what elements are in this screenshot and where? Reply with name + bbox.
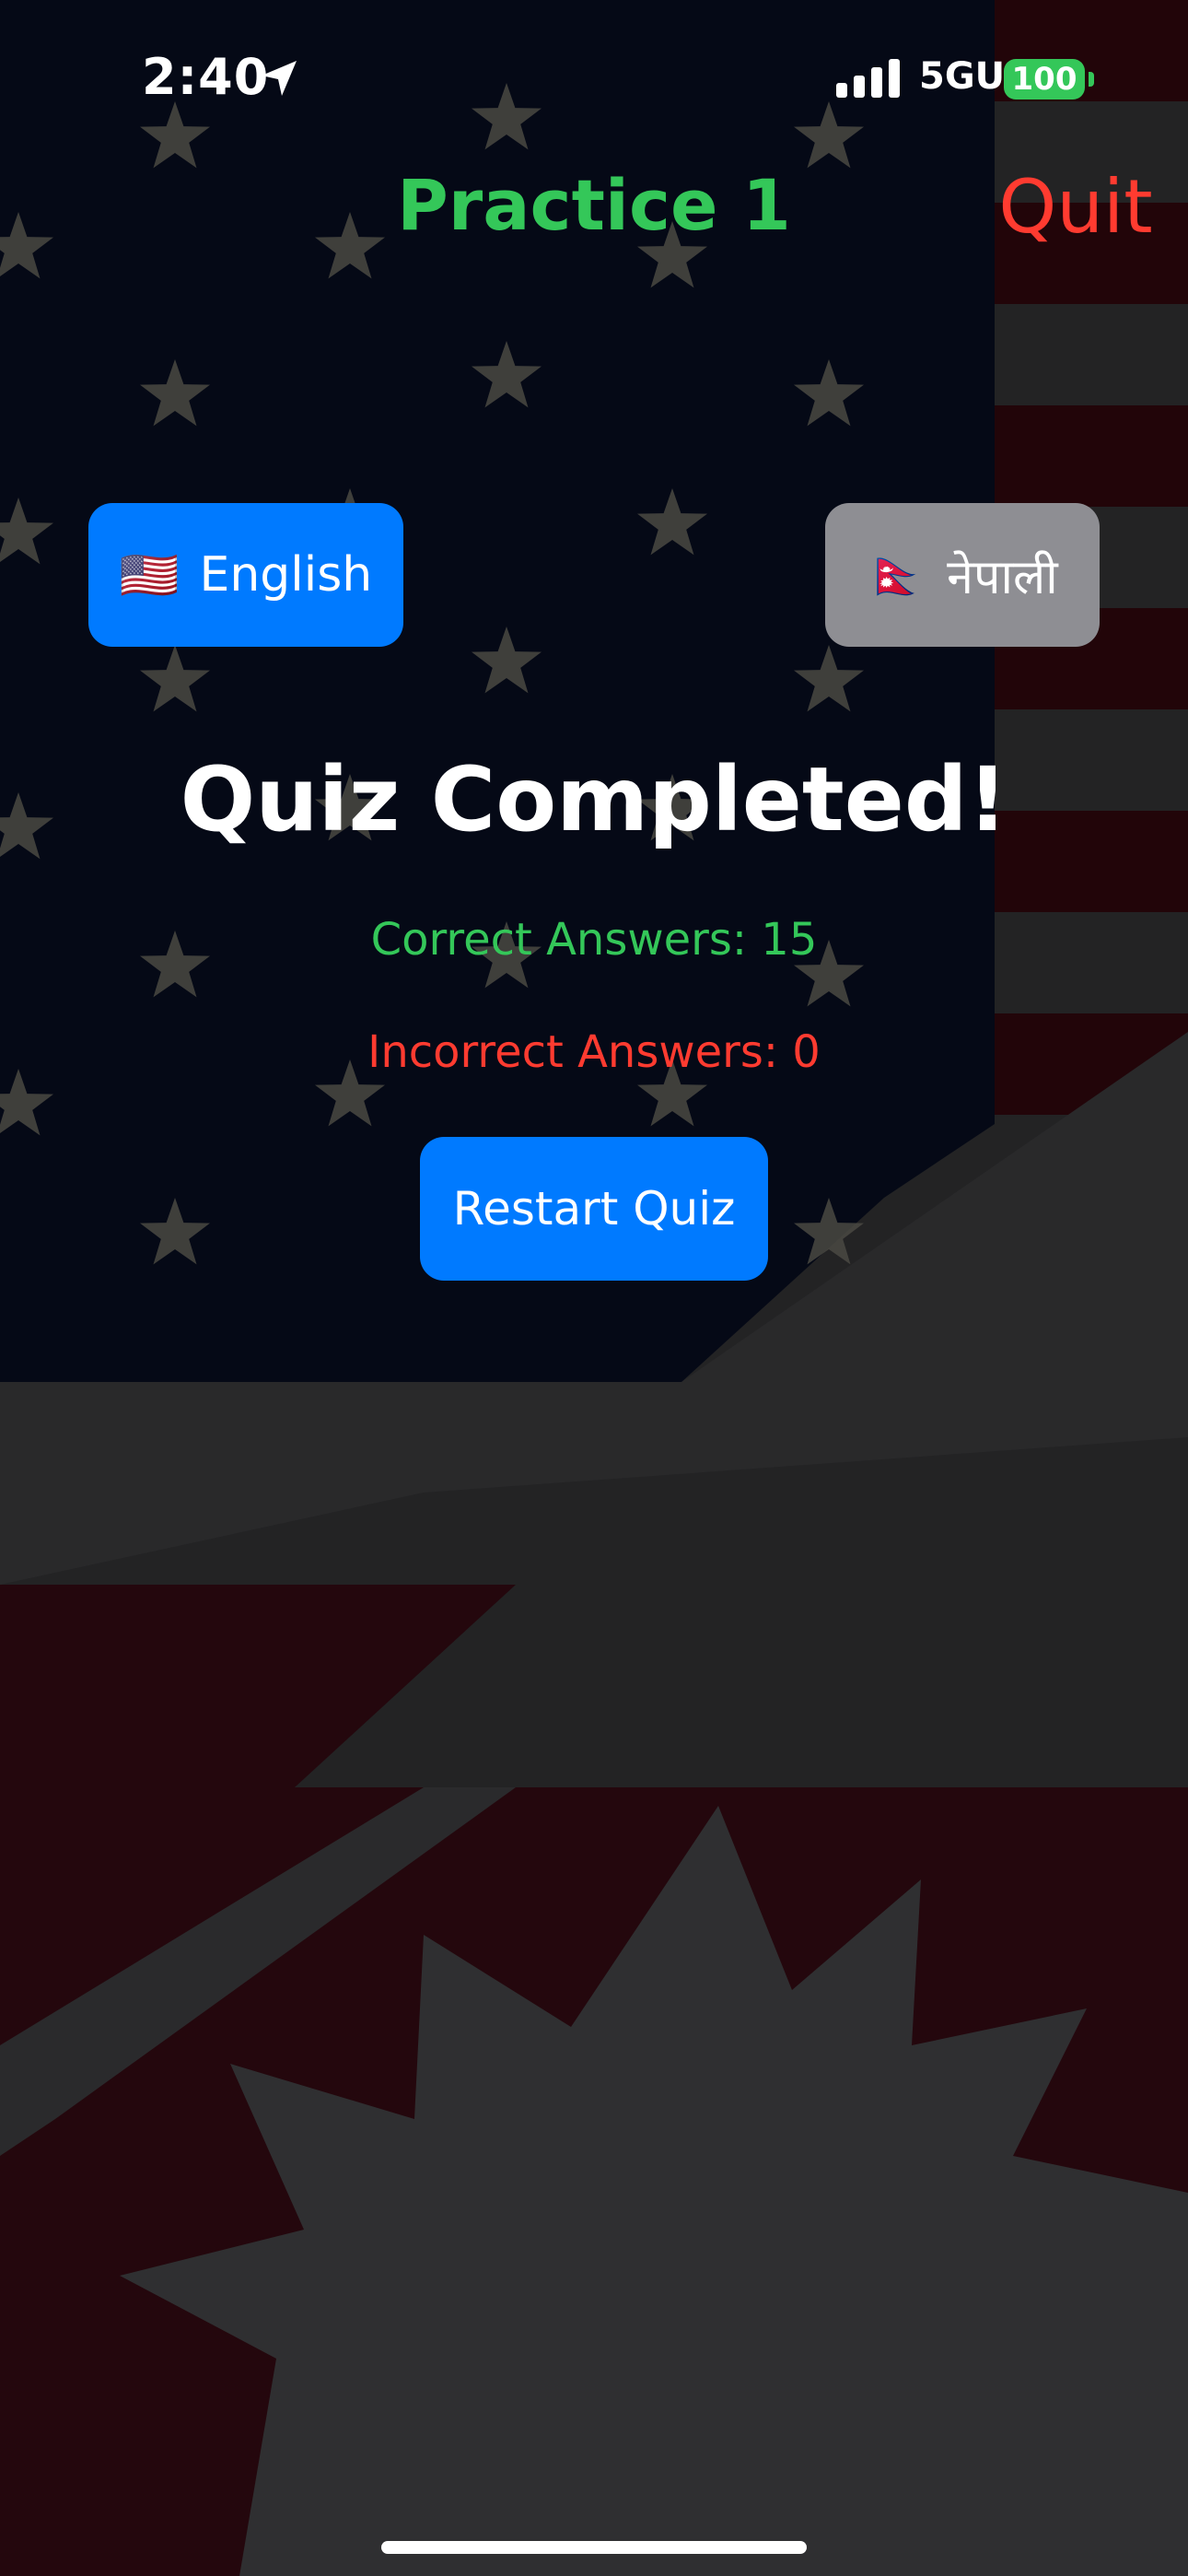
correct-answers-text: Correct Answers: 15 bbox=[370, 914, 818, 966]
status-time: 2:40 bbox=[142, 48, 270, 106]
battery-icon: 100 bbox=[1004, 59, 1085, 100]
nepal-flag-icon: 🇳🇵 bbox=[867, 547, 927, 603]
us-flag-icon: 🇺🇸 bbox=[119, 547, 180, 603]
english-label: English bbox=[199, 547, 373, 603]
quit-button[interactable]: Quit bbox=[984, 164, 1168, 250]
status-bar: 2:40 5GUC 100 bbox=[0, 0, 1188, 157]
flag-background bbox=[0, 0, 1188, 2576]
page-title: Practice 1 bbox=[397, 164, 791, 246]
incorrect-answers-text: Incorrect Answers: 0 bbox=[367, 1026, 821, 1078]
signal-bars-icon bbox=[836, 59, 900, 98]
location-arrow-icon bbox=[262, 61, 297, 96]
quiz-completed-title: Quiz Completed! bbox=[180, 748, 1008, 851]
english-language-button[interactable]: 🇺🇸 English bbox=[88, 503, 403, 647]
battery-tip bbox=[1089, 72, 1094, 87]
restart-quiz-label: Restart Quiz bbox=[452, 1182, 736, 1235]
home-indicator[interactable] bbox=[381, 2541, 807, 2554]
nepali-language-button[interactable]: 🇳🇵 नेपाली bbox=[825, 503, 1100, 647]
restart-quiz-button[interactable]: Restart Quiz bbox=[420, 1137, 768, 1281]
nepali-label: नेपाली bbox=[947, 549, 1058, 605]
